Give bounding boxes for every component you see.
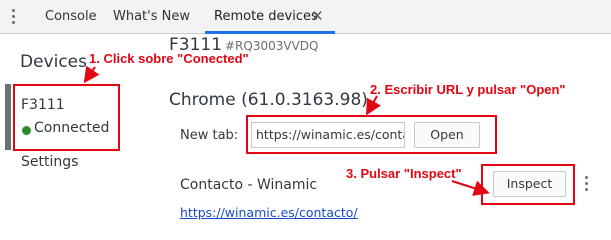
arrow-step-2 xyxy=(366,95,381,116)
annotation-arrows xyxy=(83,65,490,196)
arrow-step-1 xyxy=(83,65,100,84)
arrow-step-3 xyxy=(451,180,490,196)
